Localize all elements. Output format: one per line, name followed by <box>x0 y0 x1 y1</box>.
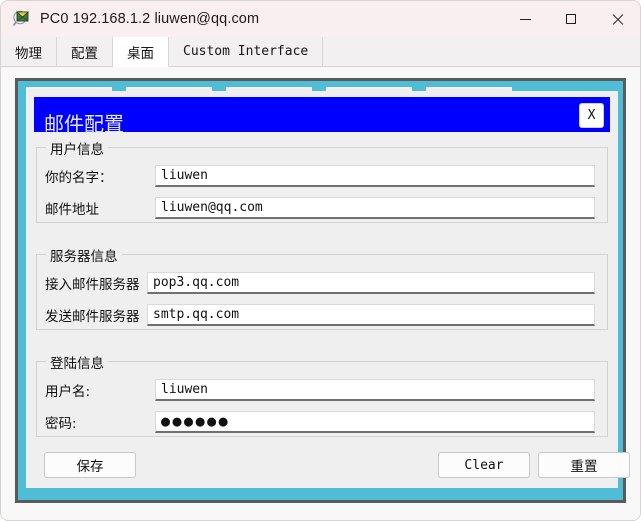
input-your-name[interactable]: liuwen <box>155 165 595 187</box>
input-password[interactable]: ●●●●●● <box>155 411 595 433</box>
minimize-button[interactable] <box>502 1 548 37</box>
field-row-email-address: 邮件地址 liuwen@qq.com <box>37 197 607 219</box>
field-row-incoming-server: 接入邮件服务器 pop3.qq.com <box>37 272 607 294</box>
group-login-info-label: 登陆信息 <box>46 352 108 372</box>
tab-desktop[interactable]: 桌面 <box>113 37 169 67</box>
input-incoming-mail-server[interactable]: pop3.qq.com <box>147 272 595 294</box>
field-row-outgoing-server: 发送邮件服务器 smtp.qq.com <box>37 304 607 326</box>
mail-config-dialog: 邮件配置 X 用户信息 你的名字： liuwen 邮件地址 liuwen@qq.… <box>26 91 630 488</box>
tab-physical[interactable]: 物理 <box>1 37 57 66</box>
dialog-title: 邮件配置 <box>44 112 124 136</box>
window-title: PC0 192.168.1.2 liuwen@qq.com <box>40 11 260 27</box>
input-username[interactable]: liuwen <box>155 379 595 401</box>
maximize-icon <box>566 14 576 24</box>
dialog-titlebar: 邮件配置 X <box>34 97 610 136</box>
dialog-close-button[interactable]: X <box>579 103 604 128</box>
group-user-info-label: 用户信息 <box>46 138 108 158</box>
close-button[interactable] <box>594 1 640 37</box>
clear-button[interactable]: Clear <box>438 452 530 478</box>
window-content: 邮件配置 X 用户信息 你的名字： liuwen 邮件地址 liuwen@qq.… <box>1 67 640 520</box>
reset-button[interactable]: 重置 <box>538 452 630 478</box>
group-user-info: 用户信息 你的名字： liuwen 邮件地址 liuwen@qq.com <box>36 138 608 223</box>
field-row-your-name: 你的名字： liuwen <box>37 165 607 187</box>
label-incoming-mail-server: 接入邮件服务器 <box>45 277 140 293</box>
pc-desktop: 邮件配置 X 用户信息 你的名字： liuwen 邮件地址 liuwen@qq.… <box>15 78 630 503</box>
group-server-info: 服务器信息 接入邮件服务器 pop3.qq.com 发送邮件服务器 smtp.q… <box>36 245 608 330</box>
field-row-username: 用户名: liuwen <box>37 379 607 401</box>
tab-config-label: 配置 <box>71 45 98 62</box>
minimize-icon <box>519 18 531 20</box>
label-email-address: 邮件地址 <box>45 202 99 218</box>
close-icon <box>611 13 624 26</box>
label-your-name: 你的名字： <box>45 170 113 186</box>
tab-bar-filler <box>323 37 640 66</box>
packet-tracer-pc-icon <box>12 9 32 29</box>
input-email-address[interactable]: liuwen@qq.com <box>155 197 595 219</box>
label-password: 密码: <box>45 416 77 432</box>
tab-desktop-label: 桌面 <box>127 45 154 62</box>
window-controls <box>502 1 640 37</box>
label-outgoing-mail-server: 发送邮件服务器 <box>45 309 140 325</box>
group-login-info: 登陆信息 用户名: liuwen 密码: ●●●●●● <box>36 352 608 437</box>
label-username: 用户名: <box>45 384 91 400</box>
tab-config[interactable]: 配置 <box>57 37 113 66</box>
app-window: PC0 192.168.1.2 liuwen@qq.com 物理 配置 桌面 C… <box>0 0 641 521</box>
save-button[interactable]: 保存 <box>44 452 136 478</box>
tab-custom-interface[interactable]: Custom Interface <box>169 37 324 66</box>
field-row-password: 密码: ●●●●●● <box>37 411 607 433</box>
group-server-info-label: 服务器信息 <box>46 245 122 265</box>
tab-custom-interface-label: Custom Interface <box>183 44 309 59</box>
maximize-button[interactable] <box>548 1 594 37</box>
tab-physical-label: 物理 <box>15 45 42 62</box>
input-outgoing-mail-server[interactable]: smtp.qq.com <box>147 304 595 326</box>
tab-bar: 物理 配置 桌面 Custom Interface <box>1 37 640 67</box>
window-titlebar: PC0 192.168.1.2 liuwen@qq.com <box>1 1 640 37</box>
